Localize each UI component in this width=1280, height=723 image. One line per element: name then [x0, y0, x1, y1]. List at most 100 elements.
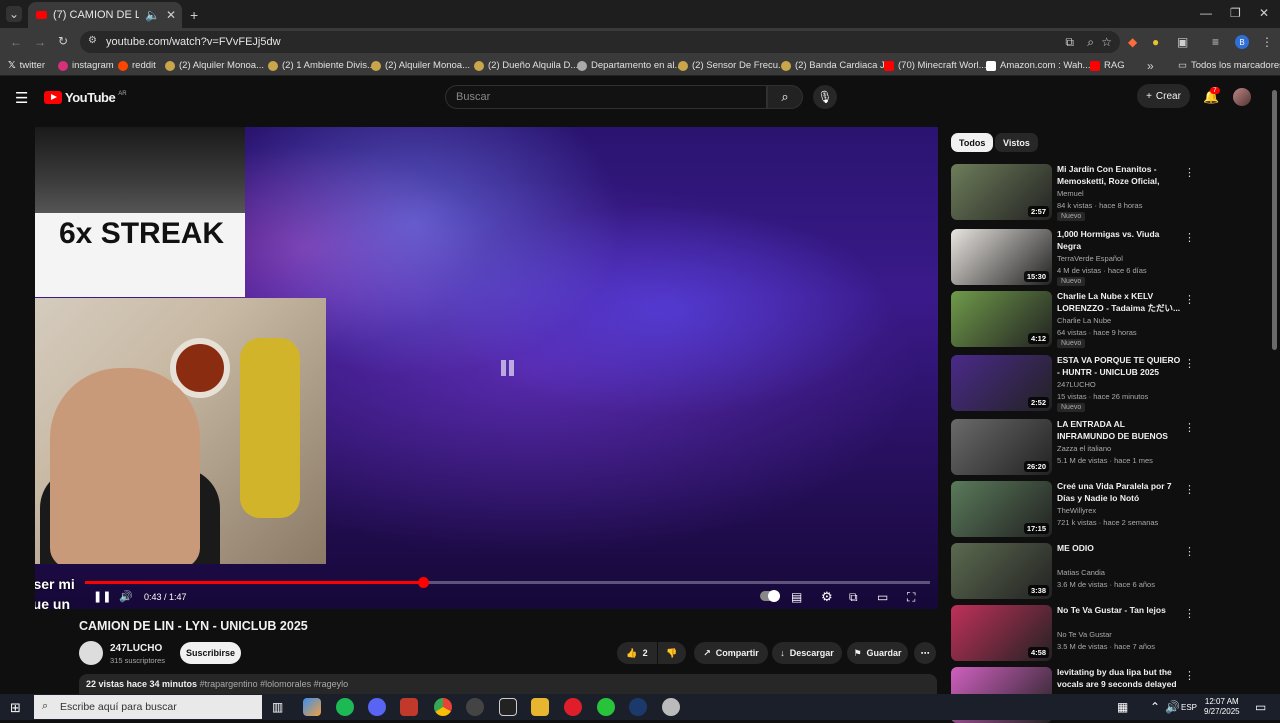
more-options-icon[interactable]: ⋮ [1184, 607, 1195, 620]
bookmark-item[interactable]: (2) Alquiler Monoa... [165, 60, 264, 71]
more-options-icon[interactable]: ⋮ [1184, 669, 1195, 682]
create-button[interactable]: + Crear [1137, 84, 1190, 108]
bookmark-item[interactable]: Amazon.com : Wah... [986, 60, 1090, 71]
more-options-icon[interactable]: ⋮ [1184, 421, 1195, 434]
chip-todos[interactable]: Todos [951, 133, 994, 152]
volume-icon[interactable]: 🔊 [119, 590, 133, 603]
more-options-icon[interactable]: ⋮ [1184, 293, 1195, 306]
dislike-button[interactable]: 👎 [658, 642, 686, 664]
menu-icon[interactable]: ⋮ [1261, 35, 1273, 49]
recommendation-title[interactable]: LA ENTRADA AL INFRAMUNDO DE BUENOS AIRES… [1057, 419, 1181, 443]
save-button[interactable]: ⚑ Guardar [847, 642, 908, 664]
recommendation-channel[interactable]: 247LUCHO [1057, 380, 1096, 389]
more-options-icon[interactable]: ⋮ [1184, 357, 1195, 370]
pause-icon[interactable]: ❚❚ [93, 590, 111, 603]
description-tags[interactable]: #trapargentino #lolomorales #rageylo [200, 679, 349, 689]
recommendation-title[interactable]: Charlie La Nube x KELV LORENZZO - Tadaim… [1057, 291, 1181, 314]
obs-icon[interactable] [466, 698, 484, 716]
youtube-logo[interactable]: YouTube AR [44, 90, 127, 105]
recommendation-item[interactable]: 26:20 LA ENTRADA AL INFRAMUNDO DE BUENOS … [951, 419, 1195, 475]
progress-bar[interactable] [85, 577, 930, 588]
zoom-icon[interactable]: ⌕ [1087, 35, 1094, 50]
more-options-icon[interactable]: ⋮ [1184, 231, 1195, 244]
recommendation-thumbnail[interactable]: 3:38 [951, 543, 1052, 599]
recommendation-channel[interactable]: TerraVerde Español [1057, 254, 1123, 263]
minimize-icon[interactable]: — [1200, 6, 1212, 20]
recommendation-title[interactable]: 1,000 Hormigas vs. Viuda Negra [1057, 229, 1181, 252]
recommendation-item[interactable]: 2:57 Mi Jardín Con Enanitos - Memosketti,… [951, 164, 1195, 221]
close-tab-icon[interactable]: ✕ [166, 8, 176, 22]
all-bookmarks-folder[interactable]: ▭ Todos los marcadores [1178, 60, 1280, 71]
recommendation-thumbnail[interactable]: 17:15 [951, 481, 1052, 537]
url-field[interactable]: ⚙ youtube.com/watch?v=FVvFEJj5dw ⧉ ⌕ ☆ [80, 31, 1120, 53]
file-explorer-icon[interactable] [531, 698, 549, 716]
restore-icon[interactable]: ❐ [1230, 6, 1241, 20]
recommendation-title[interactable]: ESTA VA PORQUE TE QUIERO - HUNTR - UNICL… [1057, 355, 1181, 378]
extension-icon[interactable]: ◆ [1128, 35, 1137, 49]
page-scrollbar[interactable] [1272, 90, 1277, 350]
channel-name[interactable]: 247LUCHO [110, 643, 162, 654]
autoplay-toggle[interactable] [760, 590, 780, 602]
recommendation-item[interactable]: 17:15 Creé una Vida Paralela por 7 Días y… [951, 481, 1195, 537]
recommendation-thumbnail[interactable]: 4:58 [951, 605, 1052, 661]
xbox-icon[interactable] [597, 698, 615, 716]
recommendation-channel[interactable]: Zazza el italiano [1057, 444, 1111, 453]
recommendation-channel[interactable]: TheWillyrex [1057, 506, 1096, 515]
recommendation-channel[interactable]: No Te Va Gustar [1057, 630, 1112, 639]
recommendation-title[interactable]: Mi Jardín Con Enanitos - Memosketti, Roz… [1057, 164, 1181, 188]
video-player[interactable]: 6x STREAK ir de ser mi am. fue un ❚❚ 🔊 0… [35, 127, 938, 609]
more-actions-button[interactable]: ⋯ [914, 642, 936, 664]
recommendation-item[interactable]: 2:52 ESTA VA PORQUE TE QUIERO - HUNTR - U… [951, 355, 1195, 412]
clock[interactable]: 12:07 AM 9/27/2025 [1204, 697, 1240, 717]
recommendation-title[interactable]: No Te Va Gustar - Tan lejos [1057, 605, 1181, 617]
bookmark-item[interactable]: Departamento en al... [577, 60, 682, 71]
recommendation-title[interactable]: levitating by dua lipa but the vocals ar… [1057, 667, 1181, 690]
install-icon[interactable]: ⧉ [1065, 35, 1074, 50]
recommendation-thumbnail[interactable]: 26:20 [951, 419, 1052, 475]
bookmark-item[interactable]: instagram [58, 60, 114, 71]
subscribe-button[interactable]: Suscribirse [180, 642, 241, 664]
recommendation-thumbnail[interactable]: 15:30 [951, 229, 1052, 285]
new-tab-icon[interactable]: + [190, 7, 198, 23]
recommendation-item[interactable]: 4:58 No Te Va Gustar - Tan lejos No Te Va … [951, 605, 1195, 661]
description-box[interactable]: 22 vistas hace 34 minutos #trapargentino… [79, 674, 937, 694]
search-input[interactable]: Buscar [445, 85, 767, 109]
bookmark-item[interactable]: (2) Sensor De Frecu... [678, 60, 786, 71]
extensions-puzzle-icon[interactable]: ▣ [1177, 35, 1188, 49]
steam-icon[interactable] [629, 698, 647, 716]
recommendation-channel[interactable]: Charlie La Nube [1057, 316, 1111, 325]
download-button[interactable]: ↓ Descargar [772, 642, 842, 664]
more-options-icon[interactable]: ⋮ [1184, 545, 1195, 558]
bookmark-star-icon[interactable]: ☆ [1101, 35, 1112, 49]
settings-gear-icon[interactable]: ⚙ [821, 589, 833, 605]
back-icon[interactable]: ← [10, 35, 22, 49]
recommendation-item[interactable]: 3:38 ME ODIO Matias Candia 3.6 M de vistas … [951, 543, 1195, 599]
chrome-icon[interactable] [434, 698, 452, 716]
site-info-icon[interactable]: ⚙ [88, 35, 97, 46]
copilot-icon[interactable] [303, 698, 321, 716]
bookmark-item[interactable]: reddit [118, 60, 156, 71]
like-button[interactable]: 👍 2 [617, 642, 657, 664]
taskbar-search-input[interactable]: ⌕ Escribe aquí para buscar [34, 695, 262, 719]
theater-mode-icon[interactable]: ▭ [877, 590, 888, 604]
recommendation-thumbnail[interactable]: 2:52 [951, 355, 1052, 411]
volume-tray-icon[interactable]: 🔊 [1165, 700, 1180, 714]
recommendation-channel[interactable]: Matias Candia [1057, 568, 1105, 577]
more-options-icon[interactable]: ⋮ [1184, 166, 1195, 179]
discord-icon[interactable] [368, 698, 386, 716]
miniplayer-icon[interactable]: ⧉ [849, 590, 858, 605]
tab-search-icon[interactable]: ⌄ [6, 6, 22, 22]
bookmark-item[interactable]: RAG [1090, 60, 1125, 71]
share-button[interactable]: ↗ Compartir [694, 642, 768, 664]
extension-2-icon[interactable]: ● [1152, 35, 1159, 49]
recommendation-channel[interactable]: Memuel [1057, 189, 1084, 198]
windows-start-icon[interactable]: ⊞ [10, 700, 21, 716]
bookmark-item[interactable]: (2) Alquiler Monoa... [371, 60, 470, 71]
recommendation-title[interactable]: ME ODIO [1057, 543, 1181, 555]
language-indicator[interactable]: ESP [1181, 703, 1197, 713]
tray-chevron-icon[interactable]: ⌃ [1150, 700, 1160, 714]
recommendation-thumbnail[interactable]: 2:57 [951, 164, 1052, 220]
bookmark-item[interactable]: (2) Banda Cardiaca J... [781, 60, 893, 71]
app-icon[interactable] [400, 698, 418, 716]
search-button[interactable]: ⌕ [767, 85, 803, 109]
